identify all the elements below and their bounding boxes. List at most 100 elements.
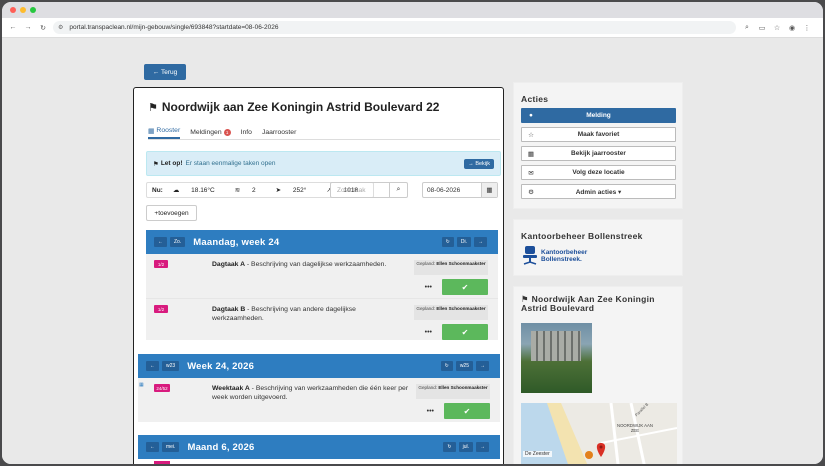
alert-strong: Let op!	[160, 160, 183, 167]
complete-task-button[interactable]: ✔	[442, 279, 488, 295]
date-picker[interactable]: 08-06-2026 ▦	[422, 182, 498, 198]
more-options-button[interactable]: •••	[425, 329, 432, 336]
menu-kebab-icon[interactable]: ⋮	[802, 23, 812, 33]
location-map[interactable]: De Zeester NOORDWIJK AAN ZEE Parallel B	[521, 403, 677, 464]
add-button[interactable]: +toevoegen	[146, 205, 197, 221]
url-text: portal.transpaclean.nl/mijn-gebouw/singl…	[69, 24, 279, 31]
notification-badge: 1	[223, 129, 231, 136]
button-label: Maak favoriet	[577, 131, 620, 138]
task-row: 1/2 Dagtaak A - Beschrijving van dagelij…	[146, 254, 498, 298]
zoom-icon[interactable]: ⌕	[742, 23, 752, 33]
maximize-window-button[interactable]	[30, 7, 36, 13]
more-options-button[interactable]: •••	[427, 408, 434, 415]
button-label: Volg deze locatie	[572, 169, 625, 176]
bookmark-star-icon[interactable]: ☆	[772, 23, 782, 33]
calendar-icon: ▦	[148, 127, 155, 135]
refresh-icon[interactable]: ↻	[440, 361, 453, 371]
search-input[interactable]: Zoek taak ⌕	[330, 182, 408, 198]
wind-direction-value: 252°	[292, 187, 307, 194]
section-title: Week 24, 2026	[187, 360, 255, 372]
back-button[interactable]: ← Terug	[144, 64, 186, 80]
browser-window: ← → ↻ ⚙ portal.transpaclean.nl/mijn-gebo…	[2, 2, 823, 464]
site-info-icon[interactable]: ⚙	[58, 24, 63, 31]
follow-location-button[interactable]: ✉ Volg deze locatie	[521, 165, 676, 180]
gear-icon: ⚙	[528, 188, 534, 196]
refresh-icon[interactable]: ↻	[443, 442, 456, 452]
prev-arrow-icon[interactable]: ←	[146, 442, 159, 452]
cast-icon[interactable]: ▭	[757, 23, 767, 33]
prev-arrow-icon[interactable]: ←	[154, 237, 167, 247]
forward-arrow-icon[interactable]: →	[23, 23, 33, 33]
admin-actions-dropdown[interactable]: ⚙ Admin acties ▾	[521, 184, 676, 199]
calendar-icon[interactable]: ▦	[481, 183, 497, 197]
location-title: ⚑ Noordwijk Aan Zee Koningin Astrid Boul…	[521, 295, 681, 313]
task-name: Dagtaak B	[212, 306, 246, 313]
favorite-button[interactable]: ☆ Maak favoriet	[521, 127, 676, 142]
alert-text: Er staan eenmalige taken open	[185, 160, 276, 167]
building-title: Noordwijk aan Zee Koningin Astrid Boulev…	[161, 100, 440, 114]
profile-icon[interactable]: ◉	[787, 23, 797, 33]
next-day-button[interactable]: Di.	[456, 237, 471, 247]
more-options-button[interactable]: •••	[425, 284, 432, 291]
flag-icon: ⚑	[153, 160, 159, 168]
planned-label: Gepland:	[416, 261, 436, 266]
search-placeholder: Zoek taak	[337, 186, 366, 194]
melding-button[interactable]: ● Melding	[521, 108, 676, 123]
date-value: 08-06-2026	[427, 186, 461, 194]
prev-month-button[interactable]: mei.	[162, 442, 180, 452]
tab-rooster[interactable]: ▦ Rooster	[148, 126, 181, 139]
alert-view-button[interactable]: → Bekijk	[464, 158, 494, 169]
actions-title: Acties	[521, 94, 549, 104]
envelope-icon: ✉	[528, 169, 534, 177]
task-description: Weektaak A - Beschrijving van werkzaamhe…	[212, 384, 422, 402]
complete-task-button[interactable]: ✔	[444, 403, 490, 419]
minimize-window-button[interactable]	[20, 7, 26, 13]
wind-icon: ≋	[234, 187, 241, 194]
alert-banner: ⚑ Let op! Er staan eenmalige taken open …	[146, 151, 501, 176]
page-content: ← Terug ⚑ Noordwijk aan Zee Koningin Ast…	[2, 38, 823, 464]
prev-day-button[interactable]: Zo.	[170, 237, 186, 247]
address-bar[interactable]: ⚙ portal.transpaclean.nl/mijn-gebouw/sin…	[53, 21, 736, 34]
complete-task-button[interactable]: ✔	[442, 324, 488, 340]
day-section-header: ← Zo. Maandag, week 24 ↻ Di. →	[146, 230, 498, 254]
year-schedule-button[interactable]: ▦ Bekijk jaarrooster	[521, 146, 676, 161]
building-facade	[531, 331, 581, 361]
close-window-button[interactable]	[10, 7, 16, 13]
next-arrow-icon[interactable]: →	[476, 442, 489, 452]
planned-info: Gepland: Ellen Schoonmaakster	[416, 384, 490, 399]
tab-meldingen[interactable]: Meldingen 1	[190, 126, 231, 139]
button-label: Admin acties ▾	[575, 188, 622, 196]
company-logo-text: Kantoorbeheer Bollenstreek.	[541, 249, 587, 263]
tab-bar: ▦ Rooster Meldingen 1 Info Jaarrooster	[148, 126, 500, 140]
tab-info[interactable]: Info	[241, 126, 252, 139]
title-bar	[2, 2, 823, 18]
building-photo	[521, 323, 592, 393]
back-arrow-icon[interactable]: ←	[8, 23, 18, 33]
company-title: Kantoorbeheer Bollenstreek	[521, 231, 643, 241]
tab-label: Jaarrooster	[261, 129, 297, 136]
tab-jaarrooster[interactable]: Jaarrooster	[262, 126, 296, 139]
tab-label: Rooster	[156, 127, 181, 134]
planned-info: Gepland: Ellen Schoonmaakster	[414, 305, 488, 320]
prev-arrow-icon[interactable]: ←	[146, 361, 159, 371]
task-description: Dagtaak B - Beschrijving van andere dage…	[212, 305, 372, 323]
prev-week-button[interactable]: w23	[162, 361, 180, 371]
next-month-button[interactable]: jul.	[458, 442, 473, 452]
next-week-button[interactable]: w25	[455, 361, 473, 371]
planned-who: Ellen Schoonmaakster	[438, 385, 488, 390]
next-arrow-icon[interactable]: →	[476, 361, 489, 371]
refresh-icon[interactable]: ↻	[441, 237, 454, 247]
section-title: Maand 6, 2026	[187, 441, 255, 453]
logo-line: Bollenstreek.	[541, 256, 582, 263]
section-title: Maandag, week 24	[193, 236, 280, 248]
map-area-label: NOORDWIJK AAN ZEE	[616, 423, 654, 433]
section-nav-right: ↻ jul. →	[443, 442, 492, 452]
wind-force: ≋ 2	[235, 186, 266, 194]
temperature: ☁ 18.16°C	[173, 186, 225, 194]
company-logo: Kantoorbeheer Bollenstreek.	[522, 246, 587, 266]
task-name: Dagtaak A	[212, 261, 245, 268]
search-icon[interactable]: ⌕	[389, 183, 407, 197]
next-arrow-icon[interactable]: →	[474, 237, 487, 247]
chat-icon: ●	[529, 112, 533, 119]
reload-icon[interactable]: ↻	[38, 23, 48, 33]
